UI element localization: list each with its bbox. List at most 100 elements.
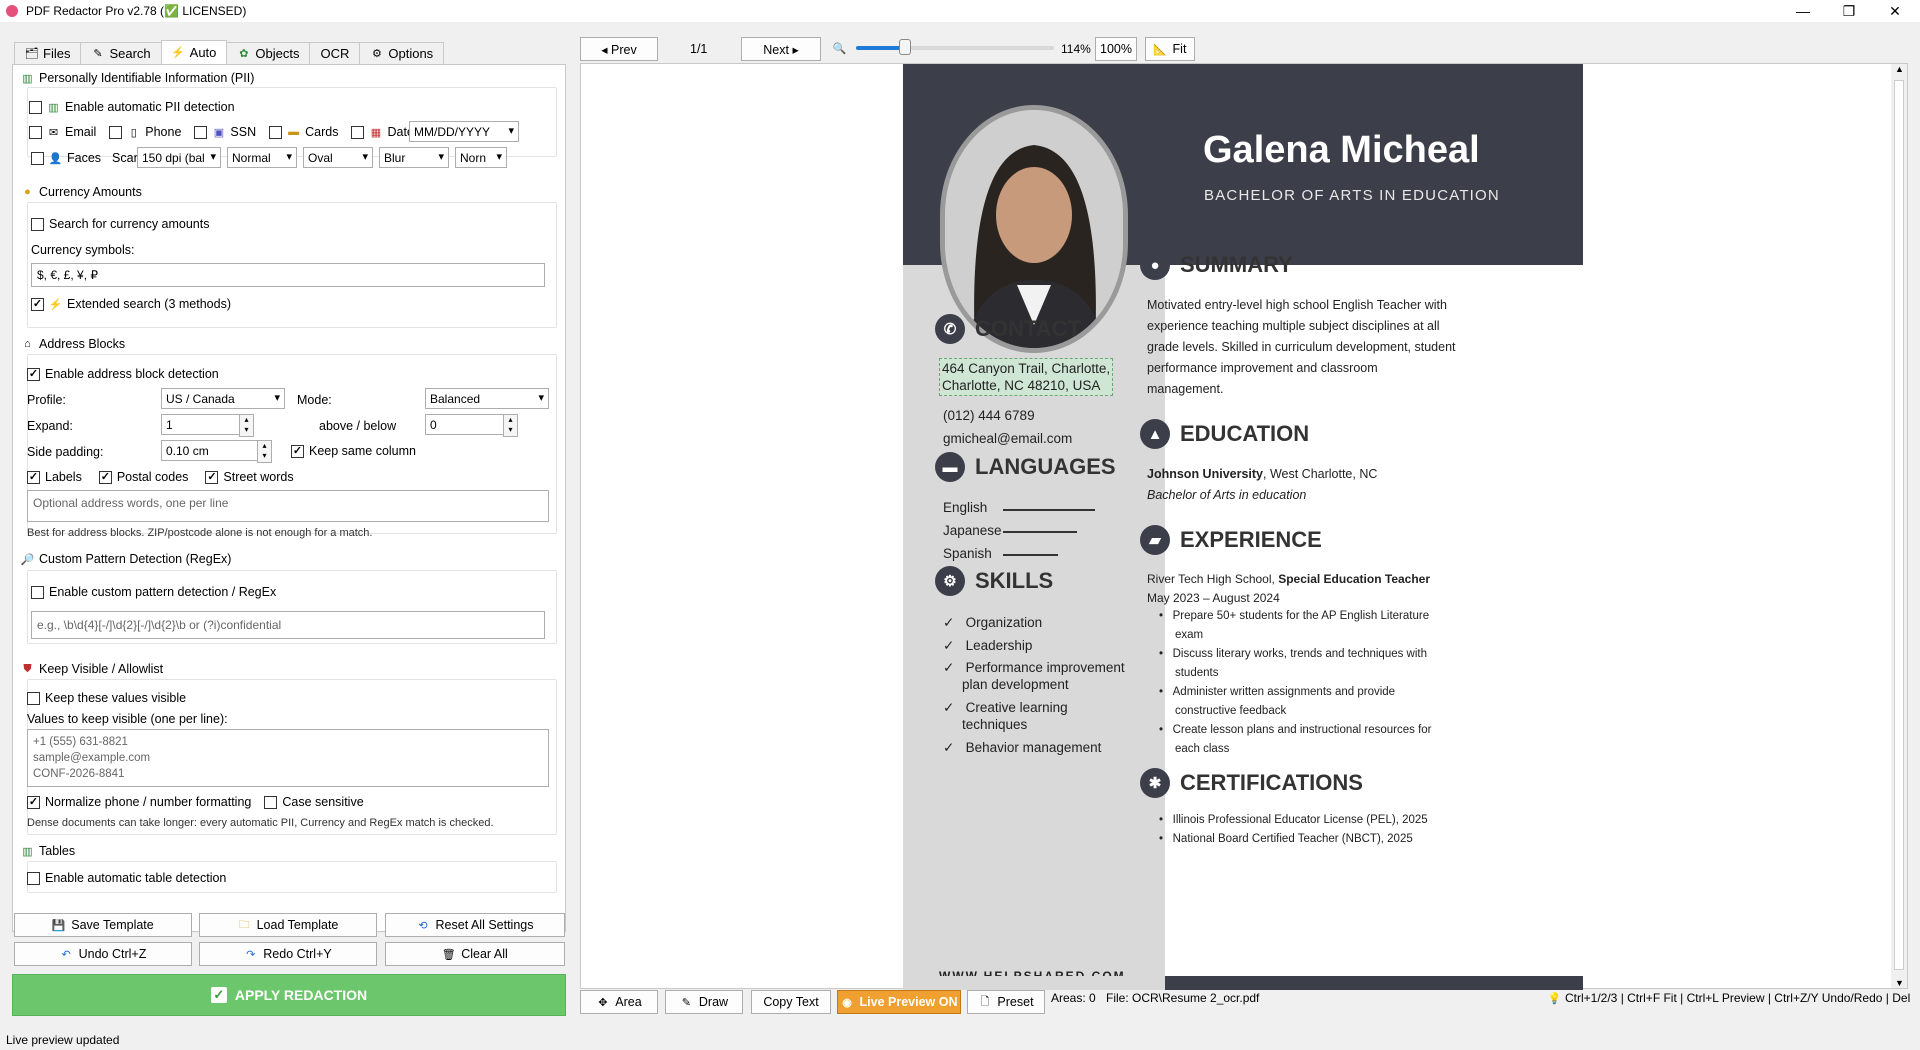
zoom-slider[interactable] bbox=[856, 46, 1054, 50]
scroll-down-icon[interactable]: ▼ bbox=[1895, 978, 1904, 988]
tab-options[interactable]: ⚙ Options bbox=[359, 42, 445, 64]
button-label: Load Template bbox=[256, 918, 339, 932]
calendar-icon: ▦ bbox=[370, 126, 382, 139]
currency-search-checkbox[interactable] bbox=[31, 217, 44, 231]
vertical-scrollbar[interactable]: ▲ ▼ bbox=[1891, 64, 1907, 988]
profile-select[interactable]: US / Canada bbox=[161, 388, 285, 409]
street-words-checkbox[interactable] bbox=[205, 470, 219, 484]
area-button[interactable]: ✥ Area bbox=[580, 990, 658, 1014]
above-below-spinbox[interactable]: 0 bbox=[425, 414, 518, 437]
date-format-select[interactable]: MM/DD/YYYY bbox=[409, 121, 519, 142]
address-words-input[interactable]: Optional address words, one per line bbox=[27, 490, 549, 522]
scroll-up-icon[interactable]: ▲ bbox=[1895, 64, 1904, 74]
window-title: PDF Redactor Pro v2.78 (✅ LICENSED) bbox=[26, 4, 247, 18]
bullet-text: Create lesson plans and instructional re… bbox=[1172, 724, 1432, 736]
save-template-button[interactable]: 💾 Save Template bbox=[14, 913, 192, 937]
normalize-row: Normalize phone / number formatting Case… bbox=[27, 795, 364, 809]
pencil-icon: ✎ bbox=[93, 48, 103, 60]
live-preview-toggle[interactable]: ◉ Live Preview ON bbox=[837, 990, 961, 1014]
section-label: Currency Amounts bbox=[39, 185, 142, 199]
pii-enable-row[interactable]: ▥ Enable automatic PII detection bbox=[29, 100, 235, 114]
zoom-100-button[interactable]: 100% bbox=[1095, 37, 1137, 61]
tab-label: Auto bbox=[189, 45, 217, 60]
redaction-preview-area[interactable]: 464 Canyon Trail, Charlotte, Charlotte, … bbox=[939, 358, 1114, 396]
minimize-icon[interactable]: — bbox=[1780, 0, 1826, 22]
address-enable-checkbox[interactable] bbox=[27, 367, 40, 381]
apply-redaction-button[interactable]: ✓ APPLY REDACTION bbox=[12, 974, 566, 1016]
zoom-slider-handle[interactable] bbox=[899, 39, 911, 55]
face-effect-select[interactable]: Blur bbox=[379, 147, 449, 168]
mode-select[interactable]: Balanced bbox=[425, 388, 549, 409]
redo-button[interactable]: ↷ Redo Ctrl+Y bbox=[199, 942, 377, 966]
dates-checkbox[interactable] bbox=[351, 125, 365, 139]
expand-spinbox[interactable]: 1 bbox=[161, 414, 254, 437]
section-label: Keep Visible / Allowlist bbox=[39, 662, 164, 676]
tab-files[interactable]: 🗂 Files bbox=[14, 42, 82, 64]
faces-checkbox[interactable] bbox=[31, 151, 44, 165]
keep-visible-row[interactable]: Keep these values visible bbox=[27, 691, 186, 705]
heading-label: LANGUAGES bbox=[975, 454, 1116, 479]
prev-page-button[interactable]: ◂ Prev bbox=[580, 37, 658, 61]
face-mode-select[interactable]: Normal bbox=[227, 147, 297, 168]
extended-search-row[interactable]: ⚡ Extended search (3 methods) bbox=[31, 297, 231, 311]
labels-checkbox[interactable] bbox=[27, 470, 40, 484]
phone-label: Phone bbox=[145, 125, 182, 139]
normalize-checkbox[interactable] bbox=[27, 795, 40, 809]
currency-search-row[interactable]: Search for currency amounts bbox=[31, 217, 210, 231]
pencil-icon: ✎ bbox=[681, 996, 692, 1009]
address-enable-row[interactable]: Enable address block detection bbox=[27, 367, 219, 381]
regex-enable-row[interactable]: Enable custom pattern detection / RegEx bbox=[31, 585, 276, 599]
contact-heading: ✆ CONTACT bbox=[935, 314, 1081, 344]
phone-checkbox[interactable] bbox=[109, 125, 123, 139]
next-page-button[interactable]: Next ▸ bbox=[741, 37, 821, 61]
language-level-bar bbox=[1003, 531, 1077, 533]
shortcut-hints: 💡 Ctrl+1/2/3 | Ctrl+F Fit | Ctrl+L Previe… bbox=[1547, 991, 1911, 1005]
areas-count: Areas: 0 bbox=[1051, 991, 1096, 1005]
face-shape-select[interactable]: Oval bbox=[303, 147, 373, 168]
skill-label: Organization bbox=[965, 615, 1043, 630]
email-checkbox[interactable] bbox=[29, 125, 42, 139]
side-padding-spinbox[interactable]: 0.10 cm bbox=[161, 440, 272, 463]
keep-column-row[interactable]: Keep same column bbox=[291, 444, 416, 458]
face-extra-select[interactable]: Norn bbox=[455, 147, 507, 168]
scan-dpi-select[interactable]: 150 dpi (bal bbox=[137, 147, 221, 168]
currency-symbols-input[interactable]: $, €, £, ¥, ₽ bbox=[31, 263, 545, 287]
address-hint: Best for address blocks. ZIP/postcode al… bbox=[27, 527, 373, 539]
tab-search[interactable]: ✎ Search bbox=[80, 42, 162, 64]
allowlist-values-input[interactable]: +1 (555) 631-8821 sample@example.com CON… bbox=[27, 729, 549, 787]
side-padding-label: Side padding: bbox=[27, 445, 104, 459]
close-icon[interactable]: ✕ bbox=[1872, 0, 1918, 22]
keep-visible-checkbox[interactable] bbox=[27, 691, 40, 705]
button-label: Reset All Settings bbox=[435, 918, 534, 932]
case-sensitive-checkbox[interactable] bbox=[264, 795, 278, 809]
keep-column-checkbox[interactable] bbox=[291, 444, 304, 458]
experience-bullets: • Prepare 50+ students for the AP Englis… bbox=[1159, 607, 1432, 759]
draw-button[interactable]: ✎ Draw bbox=[665, 990, 743, 1014]
preset-button[interactable]: 🗋 Preset bbox=[967, 990, 1045, 1014]
load-template-button[interactable]: 🗀 Load Template bbox=[199, 913, 377, 937]
postal-codes-checkbox[interactable] bbox=[98, 470, 112, 484]
copy-text-button[interactable]: Copy Text bbox=[751, 990, 831, 1014]
bullet-text: each class bbox=[1174, 743, 1230, 755]
tab-ocr[interactable]: OCR bbox=[309, 42, 361, 64]
tab-auto[interactable]: ⚡ Auto bbox=[160, 40, 228, 64]
reset-all-button[interactable]: ⟲ Reset All Settings bbox=[385, 913, 565, 937]
bullet-text: exam bbox=[1174, 629, 1204, 641]
pdf-viewer[interactable]: ▲ ▼ Galena Micheal BACHELOR OF ARTS IN E… bbox=[580, 63, 1908, 990]
fit-button[interactable]: 📐 Fit bbox=[1145, 37, 1195, 61]
tables-enable-checkbox[interactable] bbox=[27, 871, 40, 885]
scrollbar-thumb[interactable] bbox=[1894, 80, 1904, 970]
clear-all-button[interactable]: 🗑 Clear All bbox=[385, 942, 565, 966]
heading-label: EDUCATION bbox=[1180, 421, 1310, 446]
maximize-icon[interactable]: ❐ bbox=[1826, 0, 1872, 22]
lightbulb-icon: 💡 bbox=[1547, 992, 1562, 1005]
pii-enable-checkbox[interactable] bbox=[29, 100, 42, 114]
tab-objects[interactable]: ✿ Objects bbox=[226, 42, 311, 64]
ssn-checkbox[interactable] bbox=[194, 125, 208, 139]
regex-enable-checkbox[interactable] bbox=[31, 585, 44, 599]
regex-input[interactable]: e.g., \b\d{4}[-/]\d{2}[-/]\d{2}\b or (?i… bbox=[31, 611, 545, 639]
undo-button[interactable]: ↶ Undo Ctrl+Z bbox=[14, 942, 192, 966]
cards-checkbox[interactable] bbox=[269, 125, 283, 139]
tables-enable-row[interactable]: Enable automatic table detection bbox=[27, 871, 226, 885]
extended-search-checkbox[interactable] bbox=[31, 297, 44, 311]
